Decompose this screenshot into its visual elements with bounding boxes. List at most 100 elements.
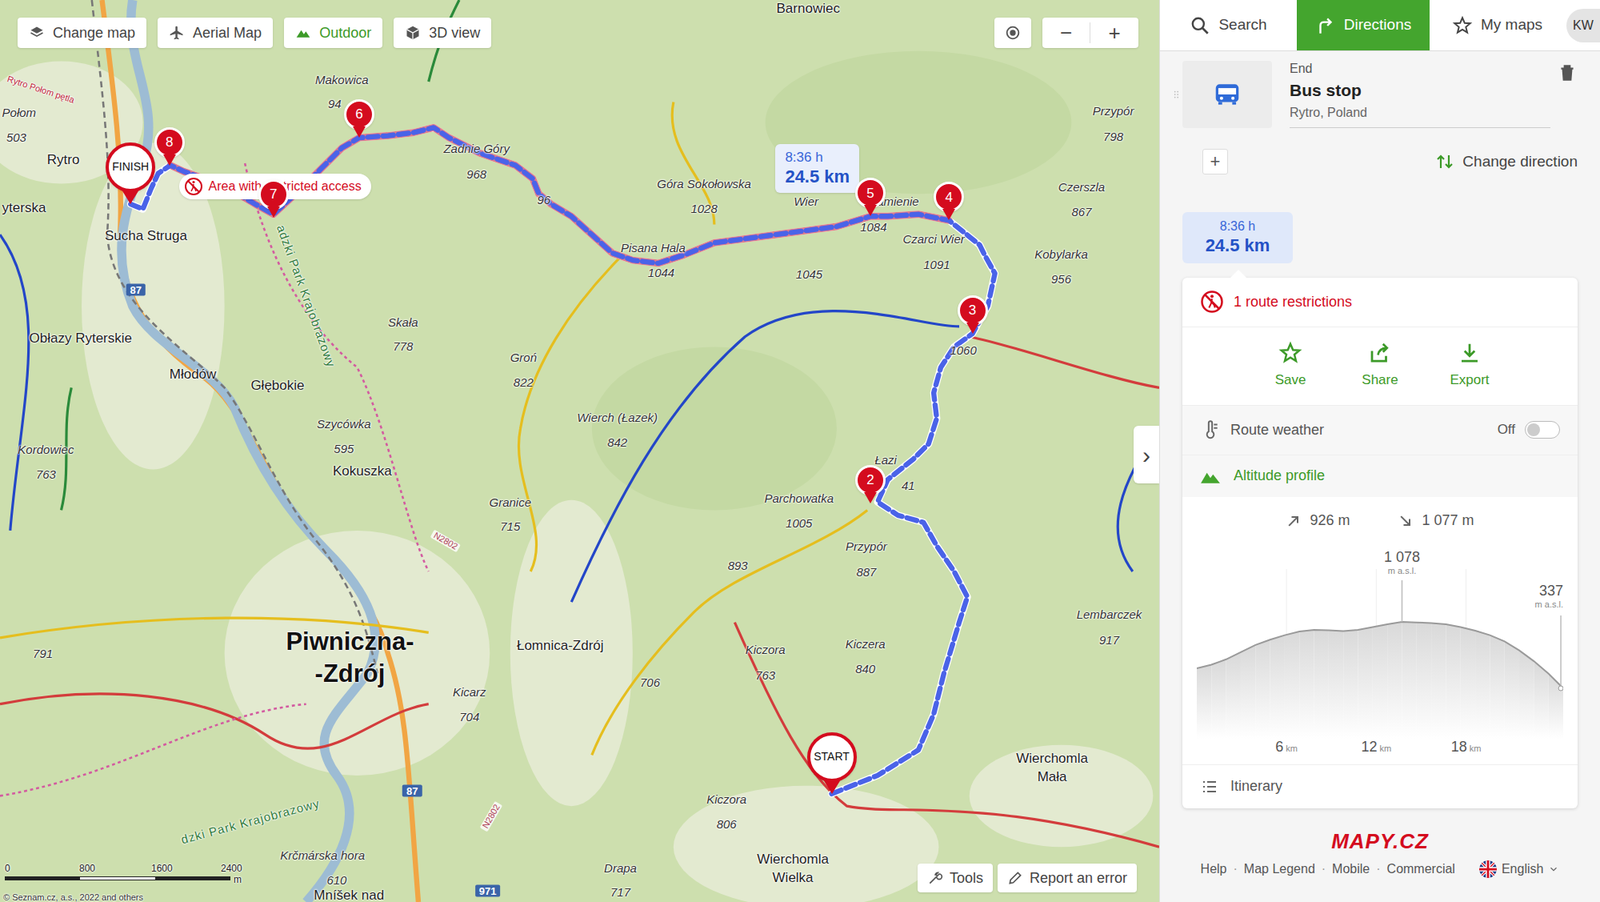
altitude-header[interactable]: Altitude profile [1182, 455, 1578, 497]
map-label: Kokuszka [332, 463, 392, 477]
marker-badge[interactable]: 6 [344, 99, 375, 130]
action-label: Share [1361, 369, 1398, 391]
marker-badge[interactable]: 5 [855, 177, 886, 208]
route-marker[interactable]: 2 [855, 464, 886, 504]
swap-icon [1435, 152, 1455, 172]
map-label: Krčmárska hora [280, 848, 365, 861]
route-marker[interactable]: 4 [933, 181, 964, 220]
change-direction-button[interactable]: Change direction [1435, 150, 1578, 174]
map-type-button[interactable]: Change map [17, 17, 147, 48]
collapse-panel-button[interactable]: › [1133, 425, 1160, 484]
footer-link[interactable]: Help [1200, 859, 1228, 879]
avatar-area: KW [1564, 0, 1600, 51]
map-label: Barnowiec [776, 1, 840, 16]
end-place: Rytro, Poland [1289, 104, 1551, 121]
map-label: dzki Park Krajobrazowy [179, 796, 321, 846]
route-marker[interactable]: 8 [154, 127, 185, 166]
action-button[interactable]: Save [1256, 340, 1324, 391]
itinerary-row[interactable]: Itinerary [1182, 764, 1578, 808]
end-name[interactable]: Bus stop [1289, 80, 1551, 101]
map-label: Łazi [874, 452, 897, 465]
download-icon [1457, 340, 1482, 365]
map-label: Sucha Struga [104, 228, 188, 243]
map-label: 822 [513, 375, 534, 388]
route-marker[interactable]: FINISH [105, 142, 156, 204]
map-label: 763 [36, 467, 56, 480]
route-marker[interactable]: 7 [258, 179, 289, 218]
route-tooltip: 8:36 h24.5 km [775, 144, 860, 193]
map-label: Skała [388, 315, 419, 328]
mapy-logo[interactable]: MAPY.CZ [1331, 830, 1429, 852]
nav-tab[interactable]: Directions [1296, 0, 1430, 51]
marker-badge[interactable]: 3 [957, 295, 988, 326]
bus-icon [1212, 79, 1243, 110]
route-marker[interactable]: 5 [855, 177, 886, 216]
route-marker[interactable]: 6 [344, 99, 375, 138]
map-label: 610 [326, 872, 347, 885]
zoom-in-button[interactable]: + [1090, 22, 1139, 44]
add-waypoint-button[interactable]: + [1202, 148, 1228, 175]
route-summary[interactable]: 8:36 h24.5 km [1182, 212, 1293, 264]
share-icon [1368, 340, 1392, 365]
route-distance: 24.5 km [784, 165, 850, 188]
actions-row: Save Share Export [1182, 327, 1578, 406]
map-label: Kordowiec [17, 442, 74, 455]
map-type-button[interactable]: Outdoor [284, 17, 383, 48]
map-label: Pisana Hala [620, 240, 686, 253]
route-weather-row: Route weatherOff [1182, 405, 1578, 456]
map-type-button[interactable]: Aerial Map [157, 17, 273, 48]
map-label: Góra Sokołowska [656, 177, 752, 190]
nav-tab[interactable]: Search [1160, 0, 1297, 51]
max-elevation-unit: m a.s.l. [1388, 565, 1416, 577]
altitude-chart[interactable]: 1 078m a.s.l.337m a.s.l.6km12km18km [1196, 544, 1564, 763]
map[interactable]: BarnowiecRytro Połom pętlaMakowica94Poło… [0, 0, 1160, 902]
map-label: 96 [537, 192, 552, 205]
map-label: Przypór [845, 540, 888, 552]
marker-badge[interactable]: START [807, 732, 857, 782]
marker-badge[interactable]: 7 [258, 179, 289, 210]
marker-badge[interactable]: FINISH [105, 142, 156, 192]
map-label: Kiczera [845, 637, 886, 650]
end-caption: End [1289, 60, 1551, 77]
nav-tab[interactable]: My maps [1429, 0, 1565, 51]
action-button[interactable]: Export [1436, 340, 1504, 391]
restrictions-row[interactable]: 1 route restrictions [1182, 277, 1578, 328]
map-label: 715 [500, 519, 520, 532]
tick-unit: km [1469, 741, 1482, 756]
footer-link[interactable]: Mobile [1332, 859, 1370, 879]
directions-icon [1315, 15, 1336, 36]
map-tool-button[interactable]: Report an error [997, 863, 1137, 892]
route-marker[interactable]: 3 [957, 295, 988, 334]
distance-tick: 18km [1451, 736, 1482, 758]
marker-tip [864, 492, 877, 504]
zoom-out-button[interactable]: − [1042, 22, 1091, 44]
footer-link[interactable]: Map Legend [1244, 859, 1316, 879]
list-icon [1200, 776, 1220, 796]
map-label: 798 [1103, 129, 1124, 142]
map-type-button[interactable]: 3D view [393, 17, 492, 48]
map-tool-button[interactable]: Tools [917, 863, 993, 892]
marker-tip [267, 206, 280, 218]
marker-badge[interactable]: 8 [154, 127, 185, 158]
marker-tip [966, 322, 980, 334]
map-label: Łomnica-Zdrój [516, 637, 604, 652]
marker-badge[interactable]: 2 [855, 464, 886, 496]
language-select[interactable]: English [1479, 859, 1560, 879]
no-hiking-icon [184, 176, 204, 196]
locate-button[interactable] [994, 17, 1032, 48]
map-label: Kicarz [452, 685, 487, 698]
route-time: 8:36 h [784, 148, 823, 166]
footer-link[interactable]: Commercial [1387, 859, 1456, 879]
map-label: Mníšek nad [313, 888, 384, 902]
route-weather-toggle[interactable] [1524, 420, 1560, 439]
user-avatar[interactable]: KW [1566, 8, 1600, 43]
marker-tip [163, 154, 176, 166]
marker-badge[interactable]: 4 [933, 181, 964, 212]
nav-tab-label: Search [1218, 13, 1267, 37]
altitude-title: Altitude profile [1233, 464, 1325, 487]
footer: MAPY.CZHelp·Map Legend·Mobile·Commercial… [1160, 808, 1600, 902]
action-button[interactable]: Share [1346, 340, 1414, 391]
star-icon [1452, 15, 1473, 36]
route-marker[interactable]: START [807, 732, 857, 794]
scale-segment [155, 876, 230, 880]
